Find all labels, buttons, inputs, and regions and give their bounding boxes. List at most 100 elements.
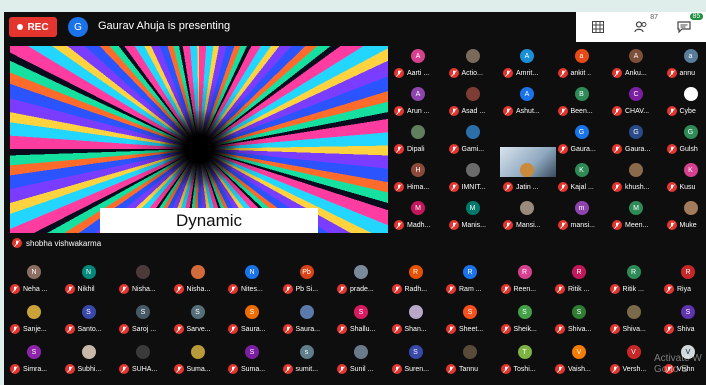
avatar: T xyxy=(517,345,532,359)
participant-name-tag: Kusu xyxy=(666,182,695,192)
participant-tile[interactable]: K Kajal ... xyxy=(557,161,612,195)
participant-tile[interactable]: SUHA... xyxy=(119,343,173,377)
participants-button[interactable]: 87 xyxy=(630,14,658,38)
participant-tile[interactable]: prade... xyxy=(337,263,391,297)
participant-tile[interactable]: Pb Pb Si... xyxy=(282,263,337,297)
participant-tile[interactable]: G Gaura... xyxy=(612,123,666,157)
participant-tile[interactable]: Nisha... xyxy=(119,263,173,297)
participant-name: Nites... xyxy=(241,285,263,293)
screen-share-view[interactable]: Dynamic xyxy=(10,46,388,233)
participant-name-tag: Actio... xyxy=(448,68,483,78)
participant-tile[interactable]: N Neha ... xyxy=(10,263,64,297)
participant-tile[interactable]: R Riya xyxy=(664,263,706,297)
participant-tile[interactable]: S Shiva... xyxy=(555,303,609,337)
avatar: R xyxy=(681,265,695,279)
participant-tile[interactable]: B Been... xyxy=(557,85,612,119)
participant-tile[interactable]: S Sarve... xyxy=(173,303,228,337)
participant-tile[interactable]: M Meen... xyxy=(612,199,666,233)
participant-tile[interactable]: H Hima... xyxy=(394,161,448,195)
participant-name-tag: Kajal ... xyxy=(557,182,594,192)
participant-name: annu xyxy=(679,69,696,77)
participant-tile[interactable]: R Radh... xyxy=(391,263,446,297)
participant-name-tag: Nikhil xyxy=(64,284,95,294)
avatar: S xyxy=(136,305,150,319)
participant-tile[interactable]: G Gulsh xyxy=(666,123,706,157)
mic-off-icon xyxy=(64,284,75,294)
participant-name-tag: Gulsh xyxy=(666,144,698,154)
participant-tile[interactable]: Tannu xyxy=(446,343,500,377)
participant-tile[interactable]: S Suma... xyxy=(228,343,282,377)
avatar xyxy=(190,265,205,279)
recording-indicator[interactable]: REC xyxy=(9,17,57,37)
participant-tile[interactable]: Shiva... xyxy=(609,303,664,337)
participant-name-tag: Anku... xyxy=(612,68,647,78)
participant-tile[interactable]: Saura... xyxy=(282,303,337,337)
participant-tile[interactable]: Sanje... xyxy=(10,303,64,337)
participant-tile[interactable]: Actio... xyxy=(448,47,503,81)
participant-tile[interactable]: T Toshi... xyxy=(500,343,555,377)
participant-tile[interactable]: A Arun ... xyxy=(394,85,448,119)
participant-tile[interactable]: s sumit... xyxy=(282,343,337,377)
participant-tile[interactable]: K Kusu xyxy=(666,161,706,195)
participant-tile[interactable]: S Santo... xyxy=(64,303,119,337)
chat-button[interactable]: 85 xyxy=(673,13,704,38)
participant-tile[interactable]: IMNIT... xyxy=(448,161,503,195)
participant-tile[interactable]: R Ritik ... xyxy=(609,263,664,297)
participant-tile[interactable]: Asad ... xyxy=(448,85,503,119)
participant-tile[interactable]: m mansi... xyxy=(557,199,612,233)
participant-tile[interactable]: A Ashut... xyxy=(503,85,557,119)
participant-name-tag: Saura... xyxy=(282,324,320,334)
participant-tile[interactable]: S Shallu... xyxy=(337,303,391,337)
participant-tile[interactable]: Mansi... xyxy=(503,199,557,233)
participant-tile[interactable]: V Vaish... xyxy=(555,343,609,377)
participant-tile[interactable]: S Sheet... xyxy=(446,303,500,337)
mic-off-icon xyxy=(448,182,459,192)
avatar xyxy=(520,201,534,215)
participant-tile[interactable]: Dipali xyxy=(394,123,448,157)
participant-tile[interactable]: S Shiva xyxy=(664,303,706,337)
participant-tile[interactable]: S Suren... xyxy=(391,343,446,377)
participant-name: Ritik ... xyxy=(568,285,590,293)
participant-tile[interactable]: Suma... xyxy=(173,343,228,377)
participant-tile[interactable]: Shan... xyxy=(391,303,446,337)
avatar xyxy=(136,345,150,359)
participant-name-tag: Shiva... xyxy=(555,324,591,334)
participant-tile[interactable]: Nisha... xyxy=(173,263,228,297)
avatar: a xyxy=(683,49,698,63)
participant-tile[interactable]: N Nikhil xyxy=(64,263,119,297)
participant-tile[interactable]: S Saura... xyxy=(228,303,282,337)
participant-name: Subhi... xyxy=(77,365,102,373)
participant-tile[interactable]: S Sheik... xyxy=(500,303,555,337)
participant-name: Manis... xyxy=(461,221,487,229)
mic-off-icon xyxy=(337,284,347,294)
participant-tile[interactable]: Jatin ... xyxy=(503,161,557,195)
participant-tile[interactable]: M Madh... xyxy=(394,199,448,233)
participant-tile[interactable]: G Gaura... xyxy=(557,123,612,157)
participant-tile[interactable]: Gami... xyxy=(448,123,503,157)
participant-tile[interactable]: R Ritik ... xyxy=(555,263,609,297)
participant-tile[interactable]: R Ram ... xyxy=(446,263,500,297)
participant-tile[interactable]: A Anku... xyxy=(612,47,666,81)
participant-tile[interactable]: N Nites... xyxy=(228,263,282,297)
grid-view-button[interactable] xyxy=(587,16,609,38)
participant-tile[interactable]: C CHAV... xyxy=(612,85,666,119)
chat-unread-badge: 85 xyxy=(689,13,704,20)
participant-tile[interactable]: R Reen... xyxy=(500,263,555,297)
participant-name-tag: Pb Si... xyxy=(282,284,318,294)
participant-tile[interactable]: A Amrit... xyxy=(503,47,557,81)
mic-off-icon xyxy=(10,284,20,294)
mic-off-icon xyxy=(64,364,75,374)
participant-tile[interactable]: Sunil ... xyxy=(337,343,391,377)
participant-tile[interactable]: M Manis... xyxy=(448,199,503,233)
participant-tile[interactable]: S Simra... xyxy=(10,343,64,377)
mic-off-icon xyxy=(119,364,129,374)
participant-tile[interactable]: a annu xyxy=(666,47,706,81)
participant-tile[interactable]: S Saroj ... xyxy=(119,303,173,337)
participant-tile[interactable]: A Aarti ... xyxy=(394,47,448,81)
participant-tile[interactable]: khush... xyxy=(612,161,666,195)
participant-tile[interactable]: Subhi... xyxy=(64,343,119,377)
participant-name-tag: Nites... xyxy=(228,284,263,294)
participant-tile[interactable]: Cybe xyxy=(666,85,706,119)
participant-tile[interactable]: a ankit .. xyxy=(557,47,612,81)
participant-tile[interactable]: Muke xyxy=(666,199,706,233)
